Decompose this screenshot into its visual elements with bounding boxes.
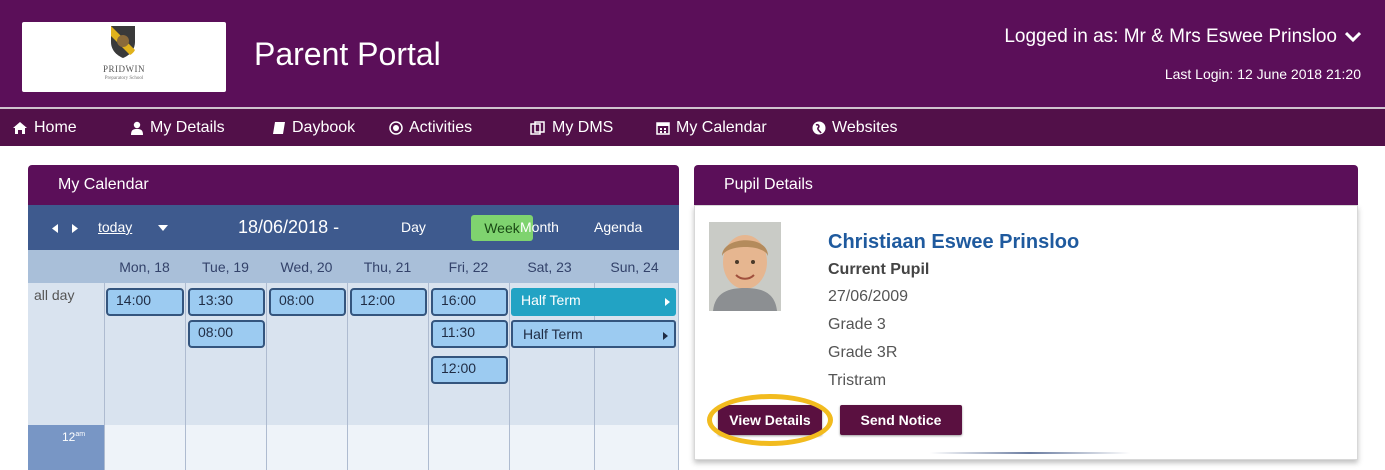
user-menu[interactable]: Logged in as: Mr & Mrs Eswee Prinsloo xyxy=(1004,26,1361,48)
pupil-status: Current Pupil xyxy=(828,261,930,278)
prev-arrow-icon[interactable] xyxy=(52,224,58,233)
time-label: 12am xyxy=(62,430,86,444)
column-divider xyxy=(347,283,348,470)
column-divider xyxy=(266,283,267,470)
school-logo[interactable]: PRIDWIN Preparatory School xyxy=(22,22,226,92)
today-button[interactable]: today xyxy=(98,219,132,235)
logo-subtitle: Preparatory School xyxy=(104,76,144,81)
pupil-panel-header: Pupil Details xyxy=(694,165,1358,205)
view-month-button[interactable]: Month xyxy=(520,219,559,235)
calendar-event[interactable]: 12:00 xyxy=(350,288,427,316)
pupil-name[interactable]: Christiaan Eswee Prinsloo xyxy=(828,231,1079,254)
day-header: Fri, 22 xyxy=(448,259,489,275)
dot-circle-icon xyxy=(389,120,403,135)
nav-label: My DMS xyxy=(552,118,614,136)
chevron-down-icon xyxy=(1345,31,1361,43)
panel-title: My Calendar xyxy=(58,176,149,193)
day-header: Tue, 19 xyxy=(202,259,249,275)
column-divider xyxy=(104,283,105,470)
column-divider xyxy=(678,283,679,470)
nav-label: My Details xyxy=(150,118,225,136)
user-icon xyxy=(131,121,143,135)
calendar-event[interactable]: 08:00 xyxy=(269,288,346,316)
column-divider xyxy=(428,283,429,470)
nav-label: Websites xyxy=(832,118,898,136)
pupil-house: Tristram xyxy=(828,372,887,389)
pupil-photo xyxy=(709,222,781,311)
calendar-toolbar: today 18/06/2018 - Day Week Month Agenda xyxy=(28,205,679,250)
column-divider xyxy=(509,283,510,470)
send-notice-button[interactable]: Send Notice xyxy=(840,405,962,435)
book-icon xyxy=(273,121,285,134)
day-header: Thu, 21 xyxy=(363,259,412,275)
half-term-event[interactable]: Half Term xyxy=(511,320,676,348)
calendar-event[interactable]: 14:00 xyxy=(106,288,184,316)
day-header: Wed, 20 xyxy=(280,259,333,275)
day-header: Sun, 24 xyxy=(610,259,659,275)
nav-item-home[interactable]: Home xyxy=(12,109,77,146)
calendar-day-header: Mon, 18 Tue, 19 Wed, 20 Thu, 21 Fri, 22 … xyxy=(28,250,679,283)
calendar-event[interactable]: 11:30 xyxy=(431,320,508,348)
last-login: Last Login: 12 June 2018 21:20 xyxy=(1164,66,1361,82)
arrow-right-icon xyxy=(663,332,668,340)
date-range: 18/06/2018 - xyxy=(238,217,340,237)
calendar-event[interactable]: 12:00 xyxy=(431,356,508,384)
event-label: Half Term xyxy=(521,292,581,308)
pupil-dob: 27/06/2009 xyxy=(828,288,909,305)
home-icon xyxy=(13,121,27,134)
page-title: Parent Portal xyxy=(254,36,441,72)
time-grid xyxy=(28,425,679,470)
column-divider xyxy=(185,283,186,470)
globe-icon xyxy=(812,121,826,134)
day-header: Sat, 23 xyxy=(527,259,572,275)
panel-title: Pupil Details xyxy=(724,176,813,193)
calendar-event[interactable]: 13:30 xyxy=(188,288,265,316)
next-arrow-icon[interactable] xyxy=(72,224,78,233)
view-agenda-button[interactable]: Agenda xyxy=(594,219,642,235)
highlight-ring xyxy=(707,394,833,446)
nav-label: Home xyxy=(34,118,77,136)
nav-item-activities[interactable]: Activities xyxy=(389,109,472,146)
nav-item-websites[interactable]: Websites xyxy=(812,109,898,146)
main-nav: Home My Details Daybook Activities My DM… xyxy=(0,109,1385,146)
nav-label: My Calendar xyxy=(676,118,767,136)
calendar-event[interactable]: 16:00 xyxy=(431,288,508,316)
nav-item-my-calendar[interactable]: My Calendar xyxy=(656,109,767,146)
pupil-grade: Grade 3 xyxy=(828,316,886,333)
panel-divider xyxy=(930,452,1130,454)
calendar-event[interactable]: 08:00 xyxy=(188,320,265,348)
nav-item-my-details[interactable]: My Details xyxy=(130,109,225,146)
crest-icon xyxy=(111,26,135,58)
all-day-label: all day xyxy=(34,287,75,303)
half-term-event[interactable]: Half Term xyxy=(511,288,676,316)
calendar-icon xyxy=(656,121,670,135)
calendar-panel-header: My Calendar xyxy=(28,165,679,205)
app-header: PRIDWIN Preparatory School Parent Portal… xyxy=(0,0,1385,107)
day-header: Mon, 18 xyxy=(119,259,170,275)
nav-label: Activities xyxy=(409,118,473,136)
files-icon xyxy=(530,120,545,135)
nav-label: Daybook xyxy=(292,118,356,136)
nav-item-daybook[interactable]: Daybook xyxy=(272,109,355,146)
logged-in-label: Logged in as: Mr & Mrs Eswee Prinsloo xyxy=(1004,26,1337,47)
event-label: Half Term xyxy=(523,326,583,342)
caret-down-icon[interactable] xyxy=(158,225,168,231)
arrow-right-icon xyxy=(665,298,670,306)
view-day-button[interactable]: Day xyxy=(401,219,426,235)
nav-item-my-dms[interactable]: My DMS xyxy=(530,109,613,146)
pupil-class: Grade 3R xyxy=(828,344,898,361)
logo-name: PRIDWIN xyxy=(103,64,145,74)
